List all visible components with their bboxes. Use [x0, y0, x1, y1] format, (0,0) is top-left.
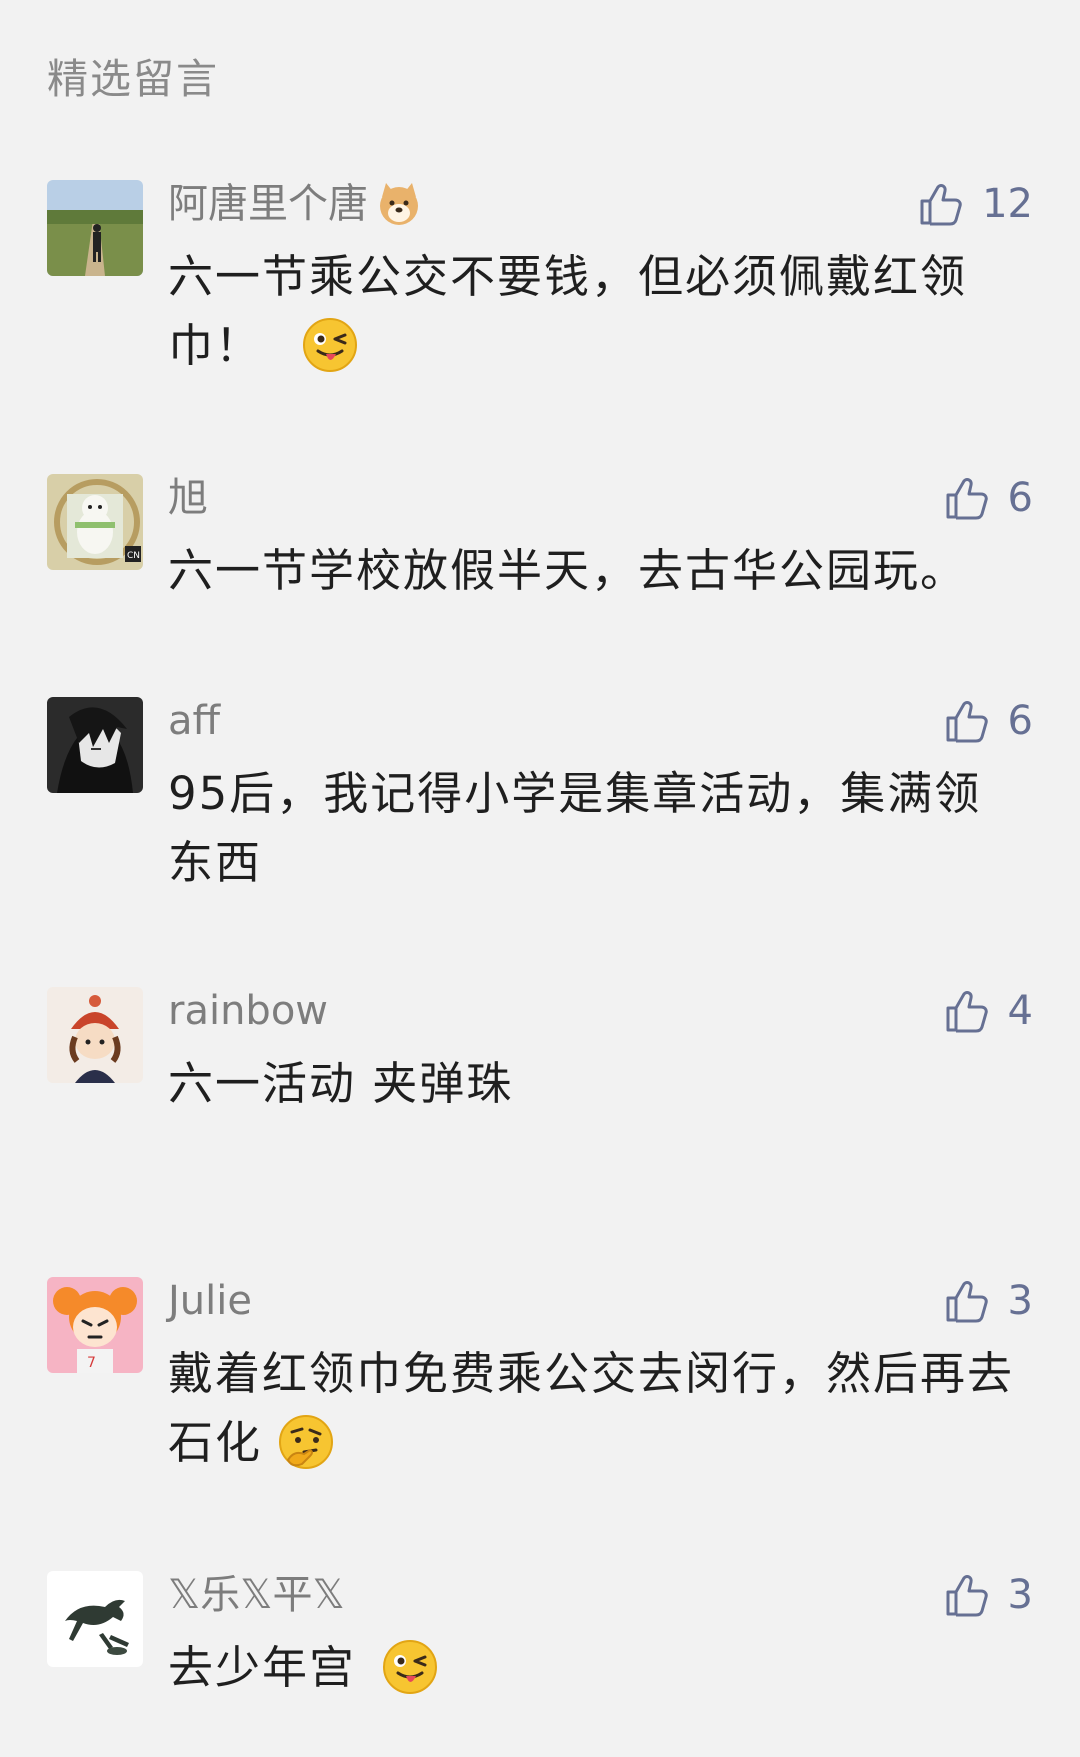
thumbs-up-icon: [946, 991, 988, 1033]
svg-text:CN: CN: [127, 551, 140, 561]
thumbs-up-icon: [946, 1281, 988, 1323]
like-button[interactable]: 12: [918, 180, 1033, 228]
thumbs-up-icon: [920, 184, 962, 226]
like-count: 12: [982, 181, 1033, 227]
like-count: 3: [1007, 1278, 1033, 1324]
dog-face-icon: [380, 183, 418, 225]
comment-text: 95后，我记得小学是集章活动，集满领东西: [168, 767, 982, 889]
like-count: 6: [1007, 698, 1033, 744]
svg-text:7: 7: [87, 1355, 96, 1371]
comment-author[interactable]: Julie: [168, 1277, 252, 1325]
comment-author[interactable]: 阿唐里个唐: [168, 180, 424, 228]
avatar[interactable]: [47, 180, 143, 276]
comment-text: 去少年宫: [168, 1633, 1028, 1702]
like-count: 3: [1007, 1572, 1033, 1618]
winking-tongue-emoji-icon: [383, 1640, 438, 1694]
avatar[interactable]: [47, 697, 143, 793]
comment-text: 六一活动 夹弹珠: [168, 1057, 514, 1110]
comment-text: 六一节乘公交不要钱，但必须佩戴红领巾！: [168, 250, 968, 372]
avatar[interactable]: CN: [47, 474, 143, 570]
thumbs-up-icon: [946, 1575, 988, 1617]
comment-text: 六一节学校放假半天，去古华公园玩。: [168, 544, 968, 597]
like-button[interactable]: 3: [944, 1571, 1033, 1619]
like-button[interactable]: 4: [944, 987, 1033, 1035]
winking-tongue-emoji-icon: [303, 318, 358, 372]
like-count: 4: [1007, 988, 1033, 1034]
avatar[interactable]: [47, 987, 143, 1083]
comment-author[interactable]: aff: [168, 697, 220, 745]
like-button[interactable]: 6: [944, 474, 1033, 522]
avatar[interactable]: [47, 1571, 143, 1667]
avatar[interactable]: 7: [47, 1277, 143, 1373]
thumbs-up-icon: [946, 478, 988, 520]
like-button[interactable]: 6: [944, 697, 1033, 745]
section-title: 精选留言: [47, 55, 219, 103]
like-count: 6: [1007, 475, 1033, 521]
thumbs-up-icon: [946, 701, 988, 743]
like-button[interactable]: 3: [944, 1277, 1033, 1325]
comment-author[interactable]: rainbow: [168, 987, 328, 1035]
comment-author[interactable]: 旭: [168, 474, 208, 522]
comment-author[interactable]: 𝕏乐𝕏平𝕏: [168, 1571, 345, 1619]
thinking-emoji-icon: [279, 1415, 334, 1469]
comment-text: 戴着红领巾免费乘公交去闵行，然后再去石化: [168, 1347, 1015, 1469]
